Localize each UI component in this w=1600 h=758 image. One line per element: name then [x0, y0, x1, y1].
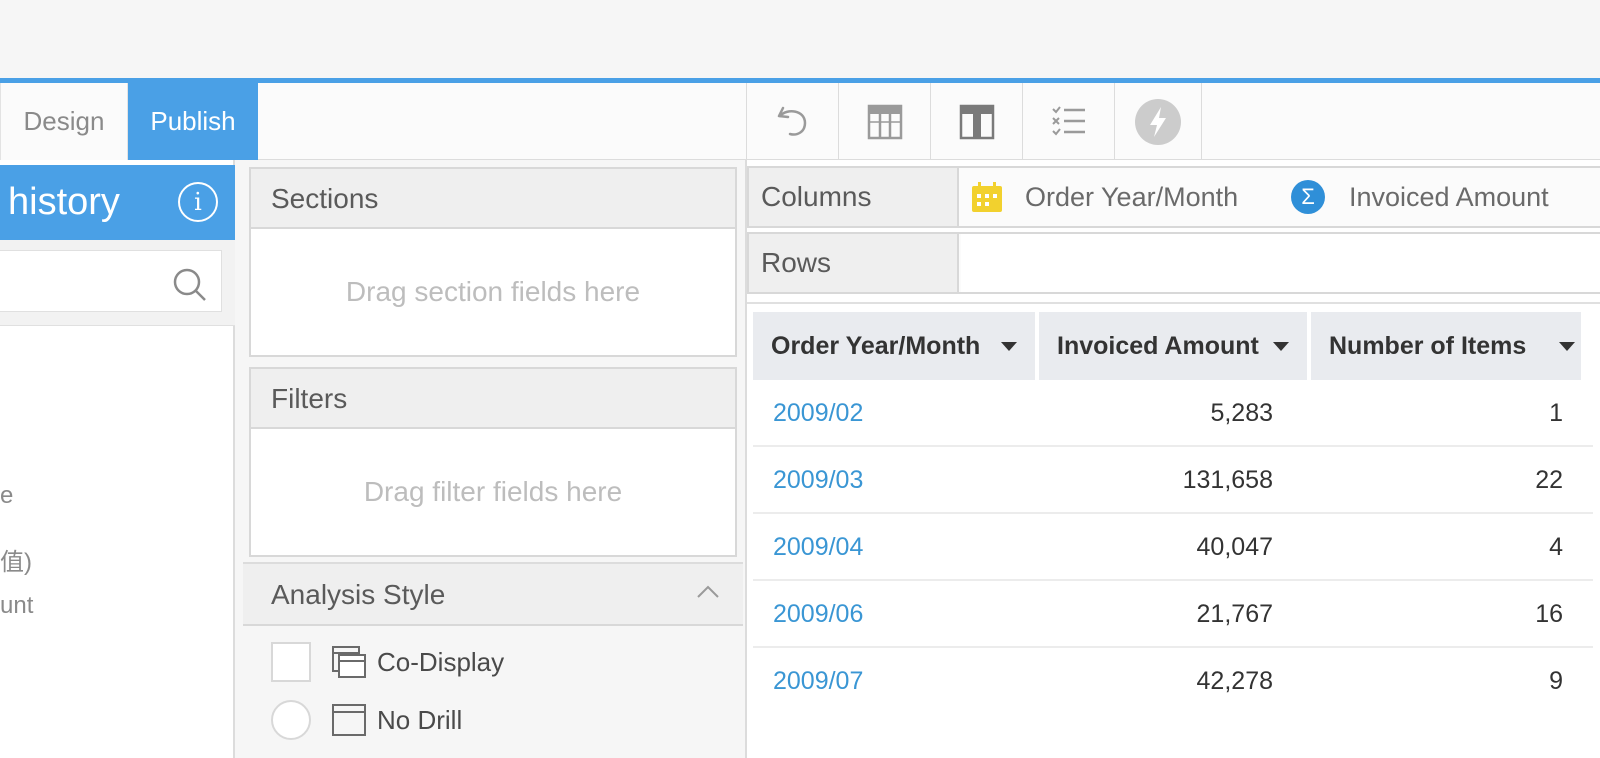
column-header-invoiced-amount[interactable]: Invoiced Amount: [1039, 312, 1307, 380]
sort-arrow-icon[interactable]: [1559, 342, 1575, 351]
amount-cell: 21,767: [1196, 600, 1273, 628]
rows-row: Rows: [747, 232, 1600, 294]
info-icon[interactable]: i: [178, 182, 218, 222]
table-columns-icon: [867, 104, 902, 139]
sort-arrow-icon[interactable]: [1001, 342, 1017, 351]
table-row: 2009/06 21,767 16: [753, 582, 1593, 648]
tab-publish[interactable]: Publish: [128, 83, 258, 160]
field-list-item[interactable]: e: [0, 482, 13, 510]
panel-header: history i: [0, 165, 235, 240]
month-link[interactable]: 2009/03: [773, 448, 863, 512]
items-cell: 22: [1535, 466, 1563, 494]
header-label: Order Year/Month: [771, 331, 981, 360]
column-field-invoiced-amount[interactable]: Σ Invoiced Amount: [1291, 168, 1549, 226]
field-list-item[interactable]: 值): [0, 542, 32, 577]
co-display-checkbox[interactable]: [271, 642, 311, 682]
no-drill-icon: [332, 704, 366, 736]
panel-title: history: [8, 181, 120, 223]
top-bar: [0, 0, 1600, 78]
column-field-order-year-month[interactable]: Order Year/Month: [971, 168, 1238, 226]
items-cell: 16: [1535, 600, 1563, 628]
undo-icon: [777, 106, 806, 136]
undo-button[interactable]: [746, 83, 838, 160]
lightning-icon: [1135, 98, 1181, 145]
checklist-button[interactable]: [1022, 83, 1114, 160]
checklist-icon: [1051, 105, 1085, 135]
builder-panel: Sections Drag section fields here Filter…: [243, 160, 743, 758]
analysis-style-title: Analysis Style: [271, 579, 446, 610]
data-source-panel: history i e 值) unt: [0, 160, 235, 758]
amount-cell: 40,047: [1196, 533, 1273, 561]
month-link[interactable]: 2009/06: [773, 582, 863, 646]
no-drill-radio[interactable]: [271, 700, 311, 740]
report-builder: Design Publish history i e 值) unt Sectio…: [0, 0, 1600, 758]
sections-title: Sections: [251, 169, 735, 229]
no-drill-label: No Drill: [377, 704, 463, 735]
table-columns-button[interactable]: [838, 83, 930, 160]
sections-dropzone[interactable]: Drag section fields here: [251, 229, 735, 355]
search-icon[interactable]: [172, 267, 208, 303]
table-row: 2009/04 40,047 4: [753, 515, 1593, 581]
sections-box: Sections Drag section fields here: [249, 167, 737, 357]
items-cell: 1: [1549, 399, 1563, 427]
filters-title: Filters: [251, 369, 735, 429]
option-co-display: Co-Display: [271, 642, 504, 682]
co-display-icon: [332, 646, 366, 678]
toolbar: Design Publish: [0, 83, 1600, 160]
analysis-style-section: Analysis Style Co-Display No Drill: [243, 562, 743, 758]
tab-design[interactable]: Design: [0, 83, 128, 160]
lightning-button[interactable]: [1114, 83, 1202, 160]
data-table: Order Year/Month Invoiced Amount Number …: [747, 302, 1600, 758]
field-list-item[interactable]: unt: [0, 592, 33, 620]
table-row: 2009/03 131,658 22: [753, 448, 1593, 514]
header-label: Invoiced Amount: [1057, 331, 1259, 360]
table-row: 2009/07 42,278 9: [753, 649, 1593, 715]
month-link[interactable]: 2009/04: [773, 515, 863, 579]
filters-dropzone[interactable]: Drag filter fields here: [251, 429, 735, 555]
items-cell: 9: [1549, 667, 1563, 695]
items-cell: 4: [1549, 533, 1563, 561]
option-no-drill: No Drill: [271, 700, 462, 740]
rows-dropzone[interactable]: [961, 234, 1600, 292]
month-link[interactable]: 2009/07: [773, 649, 863, 713]
rows-label: Rows: [749, 234, 959, 292]
columns-row: Columns Order Year/Month Σ Invoiced Amou…: [747, 166, 1600, 228]
amount-cell: 42,278: [1196, 667, 1273, 695]
sort-arrow-icon[interactable]: [1273, 342, 1289, 351]
column-field-label: Order Year/Month: [1025, 181, 1239, 212]
amount-cell: 5,283: [1210, 399, 1273, 427]
sigma-icon: Σ: [1291, 180, 1325, 214]
search-input[interactable]: [0, 250, 222, 312]
search-area: [0, 240, 235, 326]
amount-cell: 131,658: [1182, 466, 1273, 494]
header-label: Number of Items: [1329, 331, 1527, 360]
analysis-style-header[interactable]: Analysis Style: [243, 564, 743, 626]
table-layout-button[interactable]: [930, 83, 1022, 160]
table-row: 2009/02 5,283 1: [753, 381, 1593, 447]
column-field-label: Invoiced Amount: [1349, 181, 1549, 212]
report-canvas: Columns Order Year/Month Σ Invoiced Amou…: [745, 160, 1600, 758]
column-header-number-of-items[interactable]: Number of Items: [1311, 312, 1581, 380]
column-header-order-year-month[interactable]: Order Year/Month: [753, 312, 1035, 380]
chevron-up-icon[interactable]: [695, 582, 721, 602]
month-link[interactable]: 2009/02: [773, 381, 863, 445]
columns-label: Columns: [749, 168, 959, 226]
filters-box: Filters Drag filter fields here: [249, 367, 737, 557]
co-display-label: Co-Display: [377, 646, 505, 677]
table-layout-icon: [959, 104, 994, 139]
calendar-icon: [972, 182, 1002, 212]
